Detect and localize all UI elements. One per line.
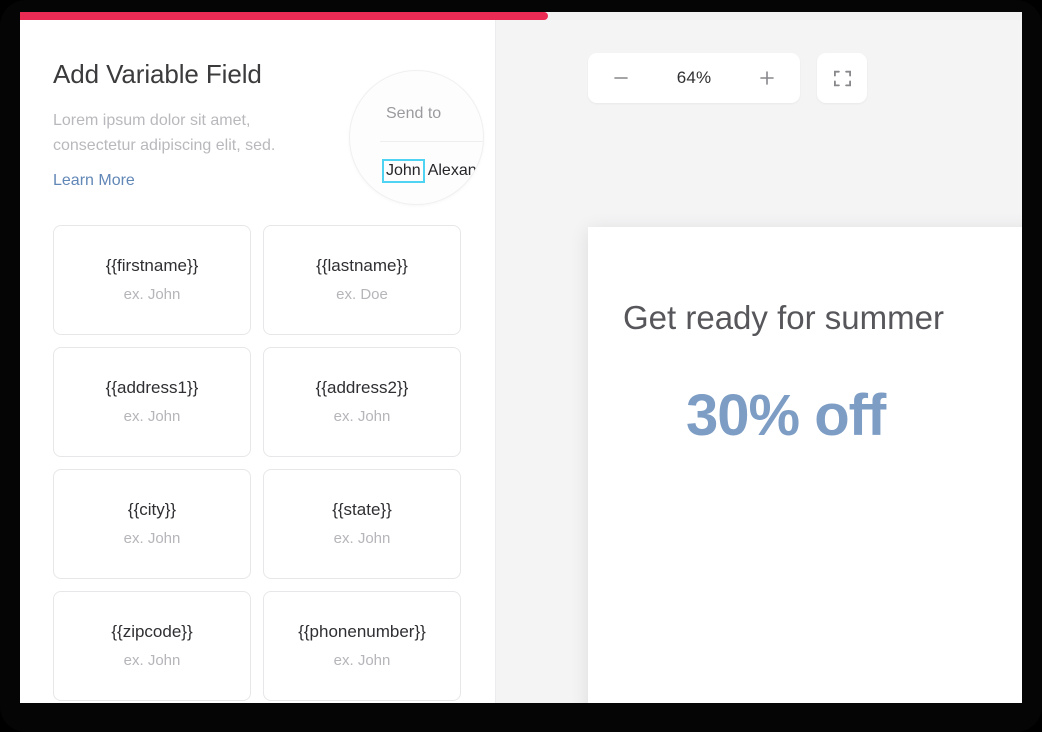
send-to-label: Send to	[386, 105, 442, 122]
zoom-control: 64%	[588, 53, 800, 103]
variable-card-state[interactable]: {{state}} ex. John	[263, 469, 461, 579]
variable-card-firstname[interactable]: {{firstname}} ex. John	[53, 225, 251, 335]
variable-name: {{city}}	[127, 500, 177, 519]
variable-card-address1[interactable]: {{address1}} ex. John	[53, 347, 251, 457]
variable-name: {{phonenumber}}	[298, 622, 426, 641]
send-to-badge: Send to John Alexan	[349, 70, 484, 205]
variable-example: ex. John	[333, 408, 391, 425]
panel-description: Lorem ipsum dolor sit amet, consectetur …	[53, 112, 276, 154]
remaining-text: Alexan	[427, 162, 477, 179]
progress-bar-fill	[20, 12, 548, 20]
variable-name: {{firstname}}	[105, 256, 199, 275]
variable-example: ex. John	[333, 530, 391, 547]
variable-field-sidebar: Add Variable Field Lorem ipsum dolor sit…	[20, 20, 496, 703]
window-frame: Add Variable Field Lorem ipsum dolor sit…	[0, 0, 1042, 732]
zoom-toolbar: 64%	[588, 53, 867, 103]
learn-more-link[interactable]: Learn More	[53, 171, 135, 191]
variable-card-lastname[interactable]: {{lastname}} ex. Doe	[263, 225, 461, 335]
variable-card-address2[interactable]: {{address2}} ex. John	[263, 347, 461, 457]
fullscreen-icon	[833, 70, 851, 86]
variable-example: ex. John	[123, 286, 181, 303]
selected-text-token[interactable]: John	[382, 159, 425, 183]
variable-example: ex. John	[123, 408, 181, 425]
variable-example: ex. Doe	[336, 286, 388, 303]
variable-card-grid: {{firstname}} ex. John {{lastname}} ex. …	[53, 225, 465, 701]
variable-name: {{address1}}	[105, 378, 199, 397]
preview-document[interactable]: Get ready for summer 30% off	[588, 227, 1022, 703]
preview-offer-text: 30% off	[686, 383, 886, 448]
zoom-level-value: 64%	[676, 68, 712, 87]
variable-card-phonenumber[interactable]: {{phonenumber}} ex. John	[263, 591, 461, 701]
variable-example: ex. John	[123, 652, 181, 669]
variable-card-zipcode[interactable]: {{zipcode}} ex. John	[53, 591, 251, 701]
variable-name: {{state}}	[332, 500, 392, 519]
variable-name: {{zipcode}}	[111, 622, 193, 641]
minus-icon	[614, 77, 628, 79]
variable-example: ex. John	[123, 530, 181, 547]
progress-bar-track	[20, 12, 1022, 20]
zoom-in-button[interactable]	[756, 67, 778, 89]
variable-name: {{address2}}	[315, 378, 409, 397]
variable-example: ex. John	[333, 652, 391, 669]
zoom-out-button[interactable]	[610, 67, 632, 89]
app-viewport: Add Variable Field Lorem ipsum dolor sit…	[20, 12, 1022, 703]
preview-canvas: 64% Get ready for summer 30% off	[496, 20, 1022, 703]
preview-headline: Get ready for summer	[623, 299, 944, 336]
send-to-divider	[380, 141, 483, 142]
app-body: Add Variable Field Lorem ipsum dolor sit…	[20, 20, 1022, 703]
send-to-value: John Alexan	[382, 159, 477, 183]
variable-card-city[interactable]: {{city}} ex. John	[53, 469, 251, 579]
variable-name: {{lastname}}	[316, 256, 408, 275]
fullscreen-button[interactable]	[817, 53, 867, 103]
plus-icon	[760, 71, 774, 85]
